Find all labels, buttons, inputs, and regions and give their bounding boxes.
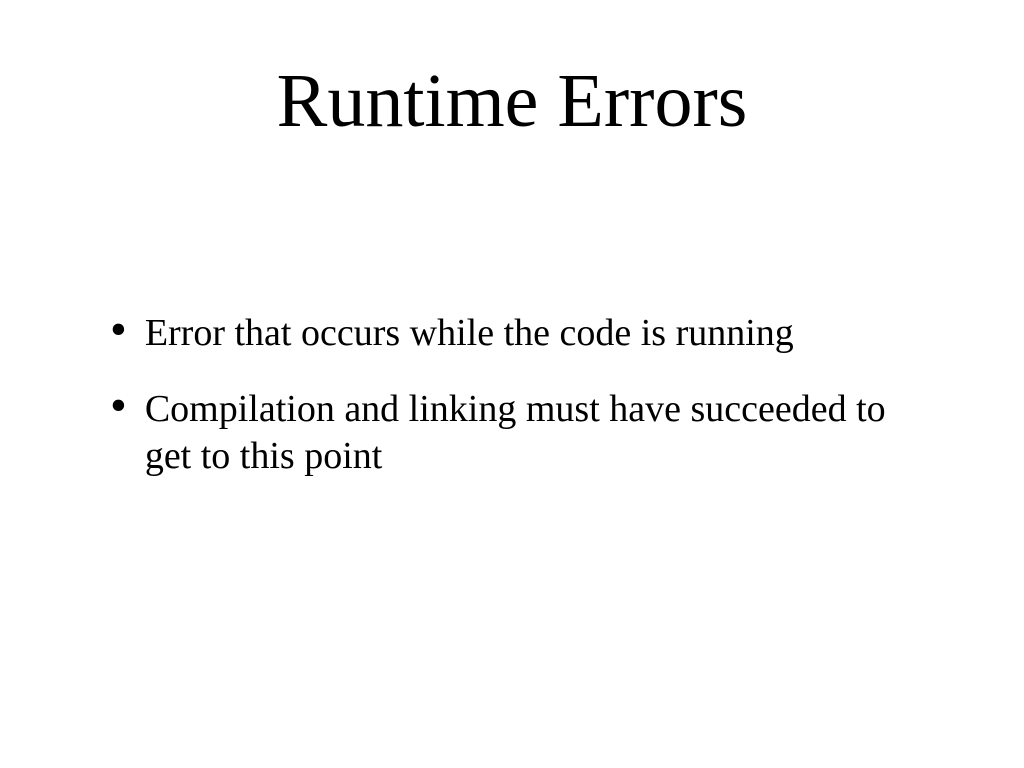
bullet-icon: • [110,306,127,354]
list-item: • Compilation and linking must have succ… [110,386,930,481]
slide-title: Runtime Errors [0,58,1024,145]
slide: Runtime Errors • Error that occurs while… [0,0,1024,768]
slide-body: • Error that occurs while the code is ru… [110,310,930,509]
bullet-text: Error that occurs while the code is runn… [145,310,930,358]
bullet-icon: • [110,382,127,430]
bullet-text: Compilation and linking must have succee… [145,386,930,481]
list-item: • Error that occurs while the code is ru… [110,310,930,358]
